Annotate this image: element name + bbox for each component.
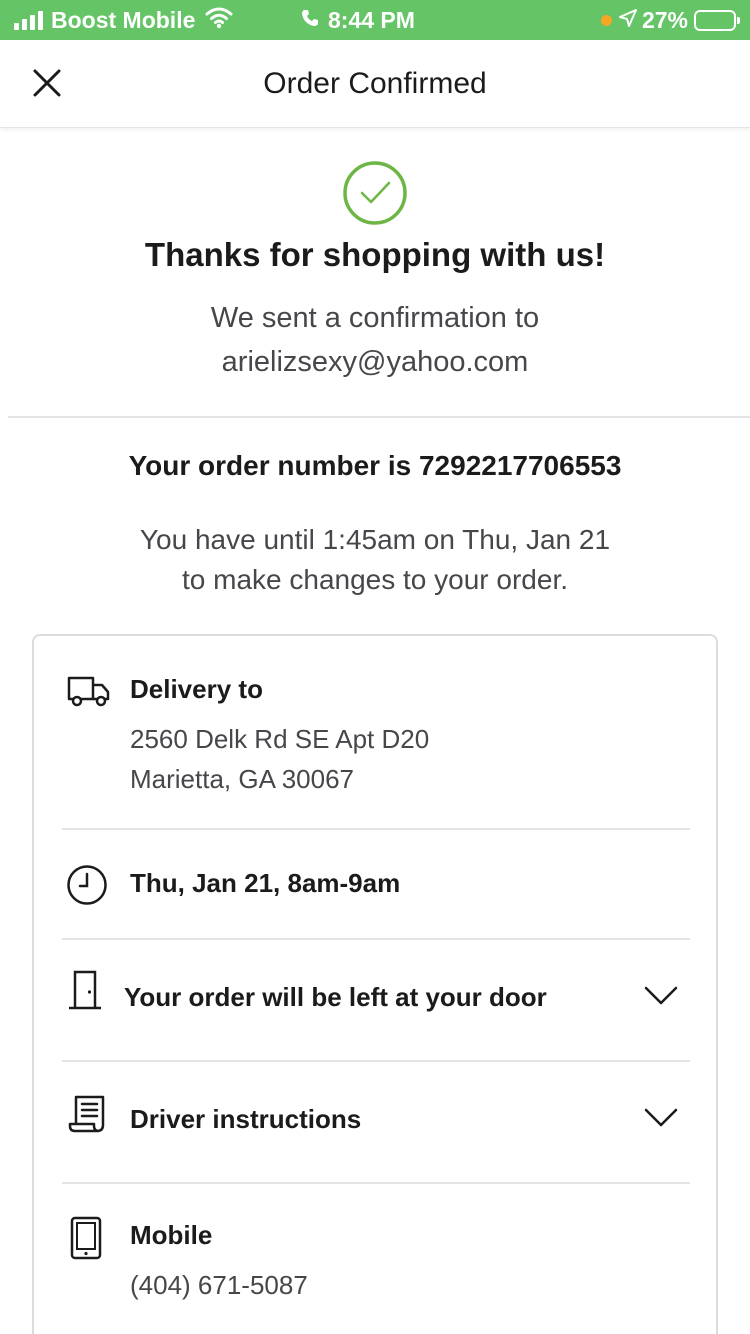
confirmation-sent-text: We sent a confirmation to	[210, 302, 540, 334]
phone-icon	[300, 8, 320, 33]
delivery-address-row: Delivery to 2560 Delk Rd SE Apt D20 Mari…	[34, 636, 716, 828]
door-dropoff-row[interactable]: Your order will be left at your door	[34, 940, 716, 1060]
status-bar: Boost Mobile 8:44 PM 27%	[0, 0, 750, 40]
mobile-phone-row: Mobile (404) 671-5087	[34, 1184, 716, 1334]
delivery-address-line-2: Marietta, GA 30067	[130, 764, 355, 794]
mobile-phone-icon	[70, 1216, 102, 1260]
status-bar-right: 27%	[600, 0, 740, 40]
delivery-address-line-1: 2560 Delk Rd SE Apt D20	[130, 724, 430, 754]
status-bar-left: Boost Mobile	[14, 0, 233, 40]
section-divider	[8, 416, 750, 418]
chevron-down-icon	[644, 1108, 678, 1127]
status-time: 8:44 PM	[328, 6, 415, 33]
confirmation-email: arielizsexy@yahoo.com	[221, 346, 529, 378]
chevron-down-icon	[644, 986, 678, 1005]
door-icon	[69, 970, 101, 1010]
truck-icon	[67, 676, 110, 707]
driver-instructions-row[interactable]: Driver instructions	[34, 1062, 716, 1182]
close-icon	[33, 69, 61, 97]
carrier-name: Boost Mobile	[51, 6, 196, 33]
change-deadline-line-1: You have until 1:45am on Thu, Jan 21	[139, 524, 611, 555]
location-arrow-icon	[618, 8, 638, 33]
order-details-card: Delivery to 2560 Delk Rd SE Apt D20 Mari…	[32, 634, 718, 1334]
checkmark-circle-icon	[343, 161, 407, 225]
clock-icon	[67, 865, 107, 905]
door-dropoff-label: Your order will be left at your door	[124, 982, 547, 1012]
order-number: Your order number is 7292217706553	[128, 450, 622, 481]
battery-percent: 27%	[641, 6, 688, 33]
receipt-icon	[68, 1095, 105, 1133]
close-button[interactable]	[24, 60, 70, 106]
driver-instructions-label: Driver instructions	[130, 1104, 362, 1134]
signal-icon	[14, 10, 43, 30]
mobile-phone-number: (404) 671-5087	[130, 1270, 308, 1300]
battery-icon	[694, 9, 740, 31]
page-title: Order Confirmed	[263, 67, 487, 100]
thanks-heading: Thanks for shopping with us!	[144, 236, 606, 273]
wifi-icon	[205, 7, 233, 34]
mobile-label: Mobile	[130, 1220, 213, 1250]
delivery-time-slot: Thu, Jan 21, 8am-9am	[130, 868, 401, 898]
delivery-time-row: Thu, Jan 21, 8am-9am	[34, 830, 716, 938]
app-header: Order Confirmed	[0, 40, 750, 128]
delivery-to-label: Delivery to	[130, 674, 263, 704]
status-bar-center: 8:44 PM	[300, 0, 415, 40]
recording-indicator-dot	[600, 14, 612, 26]
change-deadline-line-2: to make changes to your order.	[182, 564, 568, 595]
